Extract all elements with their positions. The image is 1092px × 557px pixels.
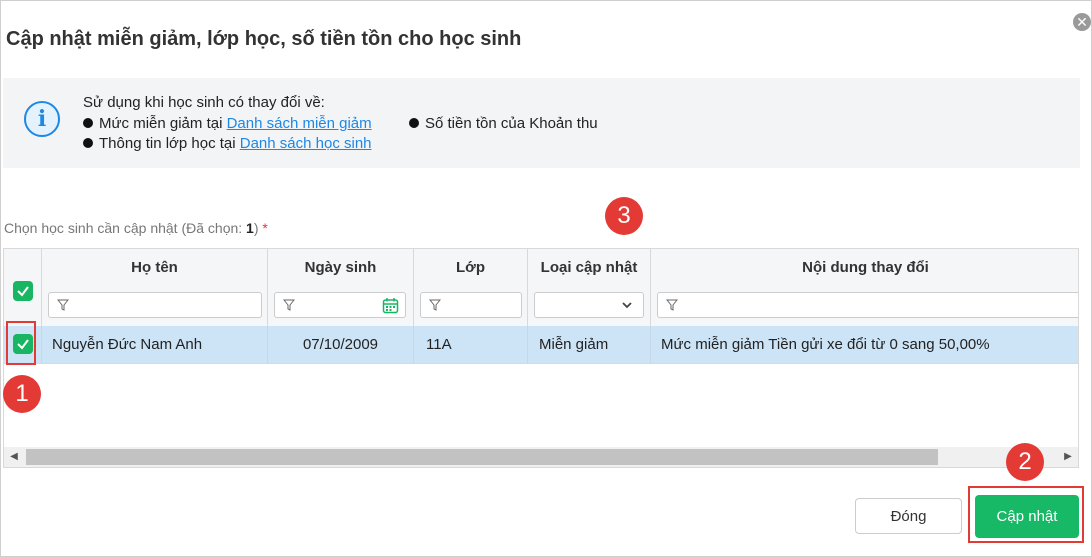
column-name: Họ tên	[42, 249, 268, 326]
info-item-discount-label: Mức miễn giảm tại	[99, 115, 227, 132]
filter-icon	[666, 299, 678, 311]
filter-icon	[429, 299, 441, 311]
cell-change: Mức miễn giảm Tiền gửi xe đổi từ 0 sang …	[661, 336, 990, 353]
cell-class: 11A	[414, 326, 528, 363]
dialog: Cập nhật miễn giảm, lớp học, số tiền tồn…	[0, 0, 1092, 557]
marker-3: 3	[605, 197, 643, 235]
info-item-class-label: Thông tin lớp học tại	[99, 135, 240, 152]
table-row[interactable]: Nguyễn Đức Nam Anh 07/10/2009 11A Miễn g…	[4, 326, 1078, 364]
info-icon: i	[24, 101, 60, 137]
info-item-balance: Số tiền tồn của Khoản thu	[409, 115, 598, 132]
chevron-down-icon	[622, 302, 632, 309]
scroll-left-icon[interactable]: ◀	[4, 447, 24, 467]
selection-label-prefix: Chọn học sinh cần cập nhật (Đã chọn:	[4, 220, 247, 236]
column-change-header[interactable]: Nội dung thay đổi	[651, 259, 1078, 276]
column-dob: Ngày sinh	[268, 249, 414, 326]
column-update-type: Loại cập nhật	[528, 249, 651, 326]
selection-label: Chọn học sinh cần cập nhật (Đã chọn: 1) …	[4, 220, 268, 236]
cell-update-type: Miễn giảm	[528, 326, 651, 363]
bullet-icon	[83, 118, 93, 129]
cell-name: Nguyễn Đức Nam Anh	[42, 326, 268, 363]
discount-list-link[interactable]: Danh sách miễn giảm	[227, 115, 372, 132]
filter-icon	[57, 299, 69, 311]
scroll-right-icon[interactable]: ▶	[1058, 447, 1078, 467]
select-all-column	[4, 249, 42, 326]
cell-dob: 07/10/2009	[268, 326, 414, 363]
info-item-balance-label: Số tiền tồn của Khoản thu	[425, 115, 598, 132]
close-icon[interactable]: ✕	[1073, 13, 1091, 31]
selected-count: 1	[246, 220, 254, 236]
column-update-type-header[interactable]: Loại cập nhật	[528, 259, 650, 276]
info-item-class: Thông tin lớp học tại Danh sách học sinh	[83, 135, 372, 152]
marker-1: 1	[3, 375, 41, 413]
name-filter-input[interactable]	[48, 292, 262, 318]
annotation-box-update	[968, 486, 1084, 543]
bullet-icon	[409, 118, 419, 129]
info-box: i Sử dụng khi học sinh có thay đổi về: M…	[3, 78, 1080, 168]
filter-icon	[283, 299, 295, 311]
select-all-checkbox[interactable]	[13, 281, 33, 301]
calendar-icon	[382, 298, 399, 314]
marker-2: 2	[1006, 443, 1044, 481]
update-type-filter-select[interactable]	[534, 292, 644, 318]
student-grid: Họ tên Ngày sinh Lớp Loại cập nhật Nội d…	[3, 248, 1079, 468]
annotation-box-checkbox	[6, 321, 36, 365]
required-mark: *	[262, 220, 268, 236]
info-item-discount: Mức miễn giảm tại Danh sách miễn giảm	[83, 115, 372, 132]
dob-filter-input[interactable]	[274, 292, 406, 318]
student-list-link[interactable]: Danh sách học sinh	[240, 135, 372, 152]
change-filter-input[interactable]	[657, 292, 1078, 318]
column-class: Lớp	[414, 249, 528, 326]
class-filter-input[interactable]	[420, 292, 522, 318]
column-dob-header[interactable]: Ngày sinh	[268, 259, 413, 276]
close-button[interactable]: Đóng	[855, 498, 962, 534]
column-class-header[interactable]: Lớp	[414, 259, 527, 276]
bullet-icon	[83, 138, 93, 149]
horizontal-scrollbar[interactable]: ◀ ▶	[4, 447, 1078, 467]
column-name-header[interactable]: Họ tên	[42, 259, 267, 276]
column-change: Nội dung thay đổi	[651, 249, 1078, 326]
selection-label-suffix: )	[253, 220, 259, 236]
dialog-title: Cập nhật miễn giảm, lớp học, số tiền tồn…	[6, 28, 522, 50]
grid-header: Họ tên Ngày sinh Lớp Loại cập nhật Nội d…	[4, 249, 1078, 327]
info-intro: Sử dụng khi học sinh có thay đổi về:	[83, 94, 325, 111]
scrollbar-thumb[interactable]	[26, 449, 938, 465]
